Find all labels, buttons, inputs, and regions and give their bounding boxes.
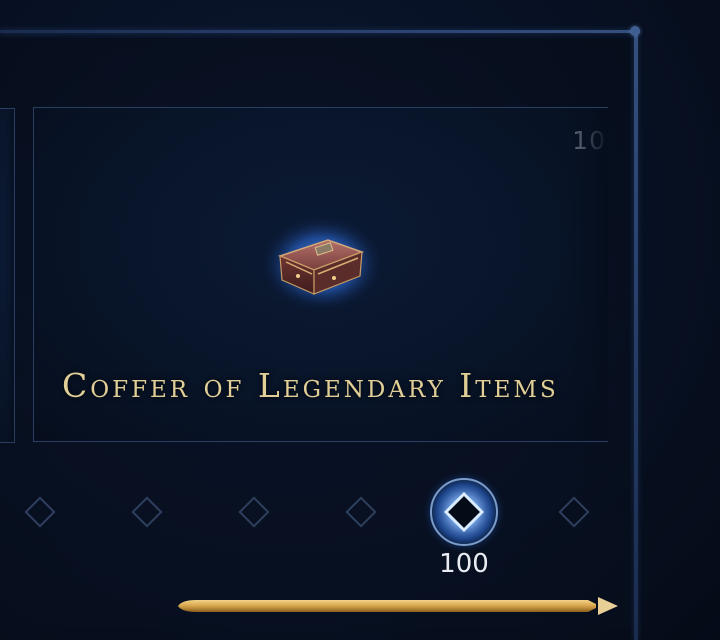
panel-frame-right [634, 30, 638, 640]
panel-frame-corner [630, 26, 640, 36]
milestone-node[interactable] [345, 496, 377, 528]
milestone-track [0, 470, 630, 560]
previous-reward-card[interactable] [0, 108, 15, 443]
panel-frame-top [0, 30, 640, 33]
milestone-node[interactable] [24, 496, 56, 528]
reward-card-count: 10 [572, 126, 606, 155]
milestone-node[interactable] [238, 496, 270, 528]
reward-progress-bar [172, 592, 622, 622]
reward-card-coffer[interactable]: 10 Coffer of Legendary Items [33, 107, 608, 442]
coffer-icon [260, 212, 384, 312]
milestone-node[interactable] [131, 496, 163, 528]
milestone-value: 100 [439, 549, 489, 579]
milestone-node[interactable] [558, 496, 590, 528]
milestone-node-active[interactable] [420, 470, 508, 554]
reward-item-name: Coffer of Legendary Items [62, 366, 559, 405]
